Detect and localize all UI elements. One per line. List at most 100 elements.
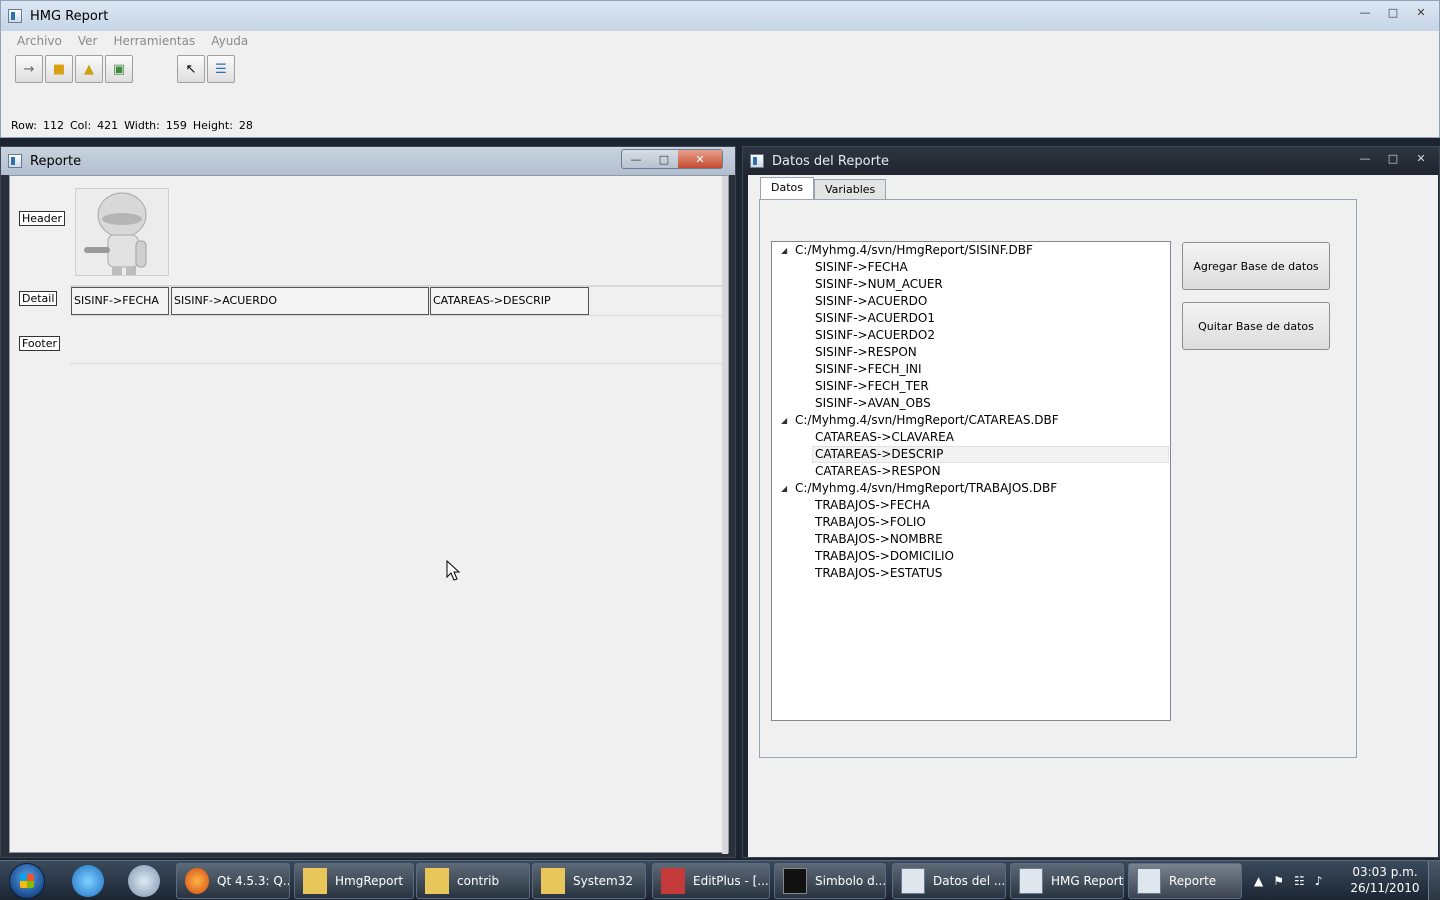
width-label: Width: bbox=[124, 119, 160, 132]
properties-button[interactable]: ☰ bbox=[207, 55, 235, 83]
datos-tab-panel: ◢ C:/Myhmg.4/svn/HmgReport/SISINF.DBF SI… bbox=[759, 199, 1357, 758]
expand-arrow-icon[interactable]: ◢ bbox=[781, 480, 787, 497]
vertical-scrollbar[interactable] bbox=[722, 176, 728, 854]
reporte-titlebar[interactable]: Reporte — □ ✕ bbox=[1, 147, 735, 175]
task-hmg-report[interactable]: HMG Report bbox=[1010, 863, 1124, 899]
header-band-label[interactable]: Header bbox=[19, 211, 66, 226]
remove-database-button[interactable]: Quitar Base de datos bbox=[1182, 302, 1330, 350]
task-system32-folder[interactable]: System32 bbox=[532, 863, 646, 899]
volume-icon[interactable]: ♪ bbox=[1315, 874, 1323, 888]
clock[interactable]: 03:03 p.m. 26/11/2010 bbox=[1350, 864, 1420, 896]
task-hmgreport-folder[interactable]: HmgReport bbox=[294, 863, 414, 899]
arrow-icon: → bbox=[23, 61, 35, 77]
window-icon bbox=[1137, 868, 1161, 894]
window-icon bbox=[750, 154, 764, 168]
menu-ayuda[interactable]: Ayuda bbox=[203, 34, 256, 48]
col-value: 421 bbox=[97, 119, 119, 132]
internet-explorer-icon[interactable] bbox=[72, 865, 104, 897]
minimize-icon[interactable]: — bbox=[1351, 149, 1379, 167]
row-label: Row: bbox=[11, 119, 37, 132]
footer-band[interactable] bbox=[70, 316, 728, 364]
maximize-icon[interactable]: □ bbox=[650, 150, 678, 168]
menu-herramientas[interactable]: Herramientas bbox=[105, 34, 203, 48]
window-icon bbox=[1019, 868, 1043, 894]
datos-del-reporte-window: Datos del Reporte — □ ✕ Datos Variables … bbox=[742, 146, 1440, 858]
system-tray: ▲ ⚑ ☷ ♪ bbox=[1248, 861, 1348, 900]
windows-logo-icon bbox=[9, 863, 45, 899]
pointer-button[interactable]: ↖ bbox=[177, 55, 205, 83]
close-icon[interactable]: ✕ bbox=[1407, 3, 1435, 21]
toolbar: → ■ ▲ ▣ ↖ ☰ bbox=[15, 55, 235, 83]
console-icon bbox=[783, 868, 807, 894]
footer-band-label[interactable]: Footer bbox=[19, 336, 60, 351]
save-icon: ▣ bbox=[112, 61, 126, 77]
height-label: Height: bbox=[192, 119, 233, 132]
firefox-icon bbox=[185, 868, 209, 894]
minimize-icon[interactable]: — bbox=[1351, 3, 1379, 21]
tree-db-node[interactable]: ◢ C:/Myhmg.4/svn/HmgReport/SISINF.DBF bbox=[772, 242, 1170, 259]
expand-arrow-icon[interactable]: ◢ bbox=[781, 242, 787, 259]
editplus-icon bbox=[661, 868, 685, 894]
add-database-button[interactable]: Agregar Base de datos bbox=[1182, 242, 1330, 290]
clock-date: 26/11/2010 bbox=[1350, 881, 1420, 895]
open-folder-icon: ■ bbox=[52, 61, 66, 77]
datos-body: Datos Variables ◢ C:/Myhmg.4/svn/HmgRepo… bbox=[748, 175, 1438, 857]
datos-titlebar[interactable]: Datos del Reporte — □ ✕ bbox=[743, 147, 1439, 175]
pointer-icon: ↖ bbox=[185, 61, 197, 77]
report-design-area[interactable]: Header Detail SISINF->FECHA SISINF->ACUE… bbox=[9, 175, 729, 854]
task-reporte[interactable]: Reporte bbox=[1128, 863, 1242, 899]
save-button[interactable]: ▣ bbox=[105, 55, 133, 83]
menu-ver[interactable]: Ver bbox=[70, 34, 106, 48]
start-button[interactable] bbox=[2, 861, 52, 900]
properties-icon: ☰ bbox=[215, 61, 227, 77]
task-editplus[interactable]: EditPlus - [... bbox=[652, 863, 770, 899]
detail-field-box[interactable]: SISINF->FECHA bbox=[71, 287, 169, 315]
main-titlebar[interactable]: HMG Report — □ ✕ bbox=[1, 1, 1439, 31]
window-icon bbox=[901, 868, 925, 894]
open-button[interactable]: ■ bbox=[45, 55, 73, 83]
window-icon bbox=[8, 154, 22, 168]
flag-icon[interactable]: ⚑ bbox=[1273, 874, 1284, 888]
detail-field-box[interactable]: SISINF->ACUERDO bbox=[171, 287, 429, 315]
open-recent-button[interactable]: ▲ bbox=[75, 55, 103, 83]
tab-variables[interactable]: Variables bbox=[814, 179, 887, 201]
show-desktop-button[interactable] bbox=[1428, 861, 1440, 900]
folder-icon bbox=[425, 868, 449, 894]
col-label: Col: bbox=[69, 119, 92, 132]
folder-icon: ▲ bbox=[84, 61, 94, 77]
close-icon[interactable]: ✕ bbox=[678, 150, 722, 168]
hmg-report-window: HMG Report — □ ✕ Archivo Ver Herramienta… bbox=[0, 0, 1440, 138]
status-line: Row: 112 Col: 421 Width: 159 Height: 28 bbox=[11, 119, 259, 132]
expand-arrow-icon[interactable]: ◢ bbox=[781, 412, 787, 429]
folder-icon bbox=[541, 868, 565, 894]
maximize-icon[interactable]: □ bbox=[1379, 149, 1407, 167]
detail-field-box[interactable]: CATAREAS->DESCRIP bbox=[430, 287, 589, 315]
network-icon[interactable] bbox=[128, 865, 160, 897]
width-value: 159 bbox=[165, 119, 187, 132]
taskbar: Qt 4.5.3: Q... HmgReport contrib System3… bbox=[0, 860, 1440, 900]
menu-archivo[interactable]: Archivo bbox=[9, 34, 70, 48]
task-cmd[interactable]: Simbolo d... bbox=[774, 863, 886, 899]
menu-bar: Archivo Ver Herramientas Ayuda bbox=[9, 31, 1431, 51]
detail-band-label[interactable]: Detail bbox=[19, 291, 58, 306]
app-icon bbox=[8, 9, 22, 23]
reporte-window: Reporte — □ ✕ Header Detail SISINF->FECH… bbox=[0, 146, 736, 858]
network-status-icon[interactable]: ☷ bbox=[1294, 874, 1305, 888]
task-datos[interactable]: Datos del ... bbox=[892, 863, 1006, 899]
task-contrib-folder[interactable]: contrib bbox=[416, 863, 530, 899]
row-value: 112 bbox=[42, 119, 64, 132]
reporte-title: Reporte bbox=[30, 153, 82, 169]
tab-bar: Datos Variables bbox=[760, 177, 887, 202]
folder-icon bbox=[303, 868, 327, 894]
tree-db-node[interactable]: ◢ C:/Myhmg.4/svn/HmgReport/CATAREAS.DBF bbox=[772, 412, 1170, 429]
maximize-icon[interactable]: □ bbox=[1379, 3, 1407, 21]
database-tree[interactable]: ◢ C:/Myhmg.4/svn/HmgReport/SISINF.DBF SI… bbox=[771, 241, 1171, 721]
task-qt[interactable]: Qt 4.5.3: Q... bbox=[176, 863, 290, 899]
mouse-cursor-icon bbox=[446, 560, 461, 581]
robot-image[interactable] bbox=[75, 188, 169, 276]
minimize-icon[interactable]: — bbox=[622, 150, 650, 168]
new-button[interactable]: → bbox=[15, 55, 43, 83]
tree-db-node[interactable]: ◢ C:/Myhmg.4/svn/HmgReport/TRABAJOS.DBF bbox=[772, 480, 1170, 497]
show-hidden-icons-icon[interactable]: ▲ bbox=[1254, 874, 1263, 888]
close-icon[interactable]: ✕ bbox=[1407, 149, 1435, 167]
